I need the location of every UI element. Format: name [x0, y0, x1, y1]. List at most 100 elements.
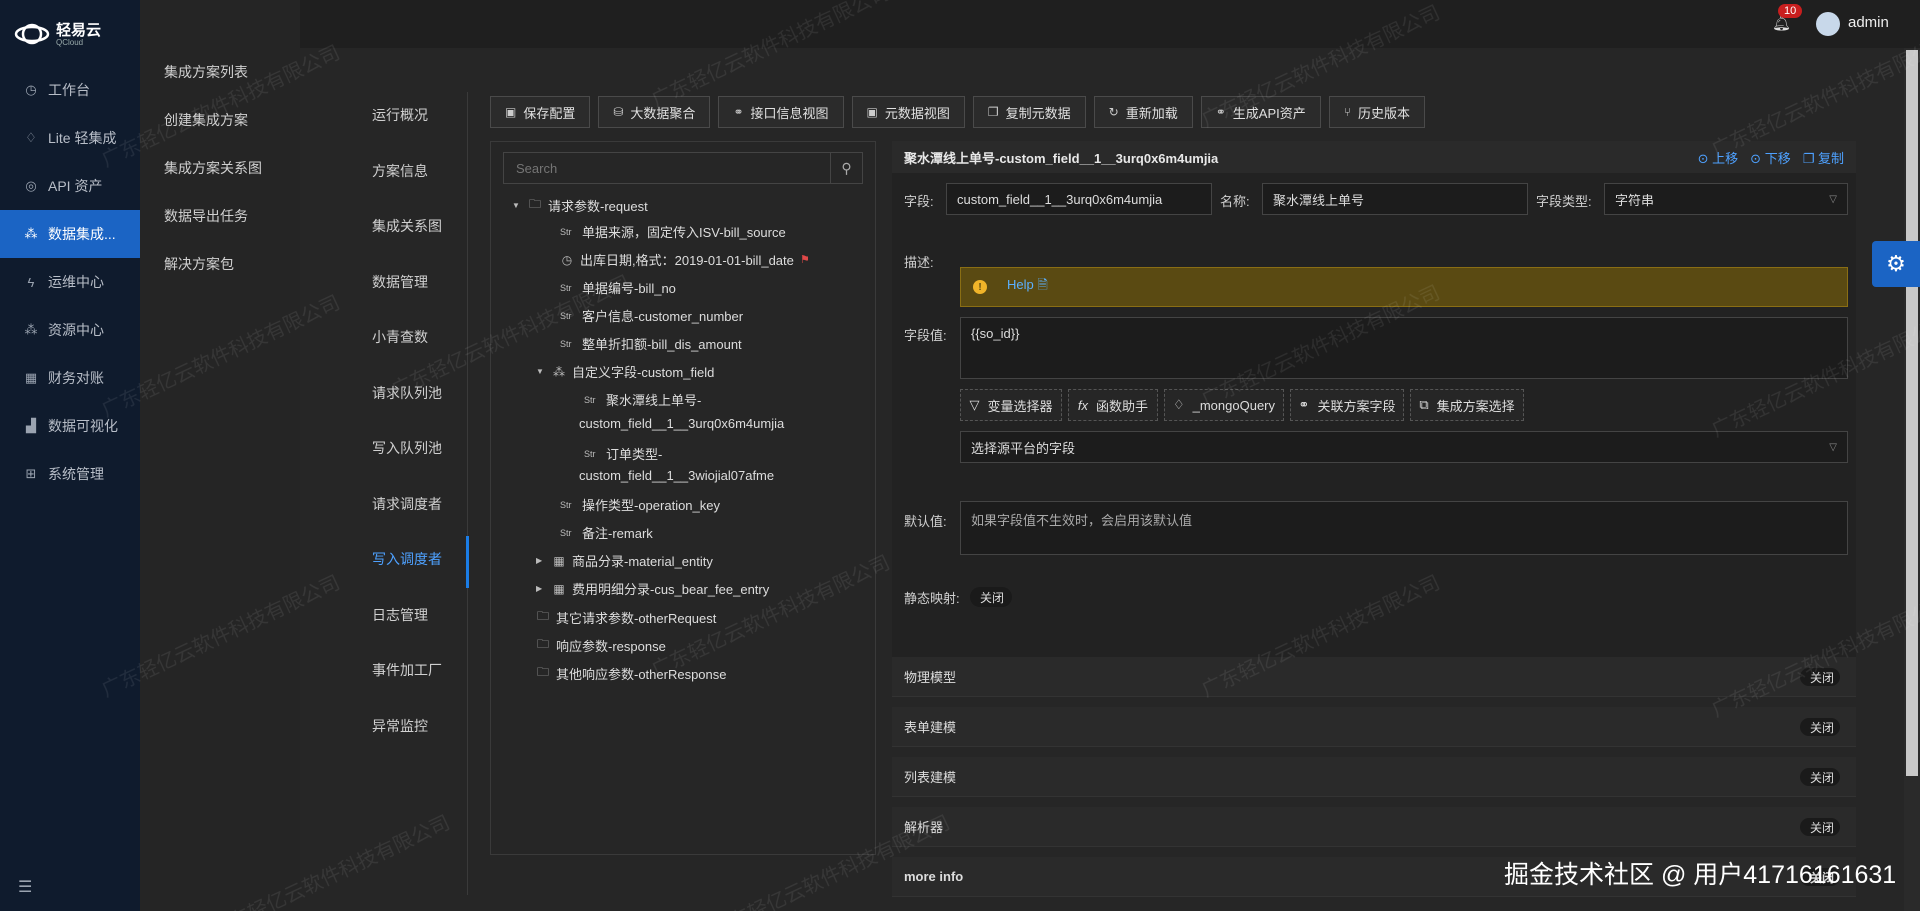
- tab-scheme-info[interactable]: 方案信息: [350, 148, 467, 204]
- field-value-textarea[interactable]: {{so_id}}: [960, 317, 1848, 379]
- tree-node-cf2[interactable]: Str 订单类型-: [584, 444, 662, 463]
- tree-node-cf2-key[interactable]: custom_field__1__3wiojial07afme: [579, 468, 774, 483]
- section-form-model[interactable]: 表单建模 关闭: [892, 707, 1856, 747]
- tree-node-custom-field[interactable]: ▼ ⁂ 自定义字段-custom_field: [536, 362, 714, 381]
- nav-item-ops[interactable]: ϟ 运维中心: [0, 258, 140, 306]
- user-name[interactable]: admin: [1848, 14, 1889, 31]
- source-field-select[interactable]: 选择源平台的字段 ▽: [960, 431, 1848, 463]
- metadata-view-button[interactable]: ▣ 元数据视图: [851, 96, 965, 128]
- section-physical-model[interactable]: 物理模型 关闭: [892, 657, 1856, 697]
- caret-down-icon[interactable]: ▼: [536, 367, 546, 376]
- submenu-item[interactable]: 创建集成方案: [140, 96, 300, 144]
- source-field-placeholder: 选择源平台的字段: [971, 440, 1076, 456]
- nav-item-resources[interactable]: ⁂ 资源中心: [0, 306, 140, 354]
- brand-name: 轻易云: [56, 21, 102, 39]
- section-switch[interactable]: 关闭: [1799, 668, 1840, 686]
- tree-node-bill-dis-amount[interactable]: Str 整单折扣额-bill_dis_amount: [560, 334, 742, 353]
- reload-button[interactable]: ↻ 重新加载: [1093, 96, 1193, 128]
- tree-node-label: 操作类型-operation_key: [582, 498, 720, 513]
- tab-query[interactable]: 小青查数: [350, 314, 467, 370]
- tab-data-management[interactable]: 数据管理: [350, 259, 467, 315]
- nav-item-lite[interactable]: ♢ Lite 轻集成: [0, 114, 140, 162]
- field-type-select[interactable]: 字符串 ▽: [1604, 183, 1848, 215]
- string-icon: Str: [560, 310, 572, 321]
- submenu-item[interactable]: 集成方案列表: [140, 48, 300, 96]
- field-key-input[interactable]: custom_field__1__3urq0x6m4umjia: [946, 183, 1212, 215]
- nav-item-data-integration[interactable]: ⁂ 数据集成...: [0, 210, 140, 258]
- tab-logs[interactable]: 日志管理: [350, 592, 467, 648]
- generate-api-asset-button[interactable]: ⚭ 生成API资产: [1200, 96, 1321, 128]
- caret-down-icon[interactable]: ▼: [512, 201, 522, 210]
- tree-node-cf1[interactable]: Str 聚水潭线上单号-: [584, 390, 701, 409]
- move-up-button[interactable]: ⊙ 上移: [1698, 148, 1739, 167]
- tree-node-operation-key[interactable]: Str 操作类型-operation_key: [560, 495, 720, 514]
- nav-item-workbench[interactable]: ◷ 工作台: [0, 66, 140, 114]
- help-link[interactable]: Help 🗎︎: [1007, 276, 1048, 298]
- variable-selector-button[interactable]: ▽ 变量选择器: [960, 389, 1062, 421]
- tree-node-cus-bear-fee-entry[interactable]: ▶ ▦ 费用明细分录-cus_bear_fee_entry: [536, 579, 769, 598]
- tab-request-scheduler[interactable]: 请求调度者: [350, 481, 467, 537]
- related-field-button[interactable]: ⚭ 关联方案字段: [1290, 389, 1404, 421]
- submenu-item[interactable]: 解决方案包: [140, 240, 300, 288]
- api-info-view-button[interactable]: ⚭ 接口信息视图: [718, 96, 844, 128]
- tree-node-bill-source[interactable]: Str 单据来源，固定传入ISV-bill_source: [560, 222, 786, 241]
- string-icon: Str: [584, 394, 596, 405]
- string-icon: Str: [560, 499, 572, 510]
- tree-node-response[interactable]: 🗀 响应参数-response: [536, 635, 666, 656]
- copy-metadata-button[interactable]: ❐ 复制元数据: [972, 96, 1086, 128]
- page-scrollbar-thumb[interactable]: [1906, 50, 1918, 776]
- tree-node-label: 备注-remark: [582, 526, 653, 541]
- brand-logo[interactable]: 轻易云 QCloud: [14, 14, 101, 54]
- tree-node-remark[interactable]: Str 备注-remark: [560, 523, 653, 542]
- save-config-button[interactable]: ▣ 保存配置: [490, 96, 591, 128]
- tree-node-material-entity[interactable]: ▶ ▦ 商品分录-material_entity: [536, 551, 713, 570]
- settings-gear-icon[interactable]: ⚙: [1872, 241, 1920, 287]
- type-label: 字段类型:: [1536, 194, 1592, 209]
- default-value-textarea[interactable]: 如果字段值不生效时，会启用该默认值: [960, 501, 1848, 555]
- static-mapping-switch[interactable]: 关闭: [970, 587, 1013, 607]
- tree-node-label: 单据来源，固定传入ISV-bill_source: [582, 225, 786, 240]
- section-list-model[interactable]: 列表建模 关闭: [892, 757, 1856, 797]
- tree-node-other-response[interactable]: 🗀 其他响应参数-otherResponse: [536, 663, 727, 684]
- tab-overview[interactable]: 运行概况: [350, 92, 467, 148]
- function-helper-button[interactable]: fx 函数助手: [1068, 389, 1158, 421]
- tab-relation-graph[interactable]: 集成关系图: [350, 203, 467, 259]
- reload-icon: ↻: [1108, 105, 1119, 119]
- section-switch[interactable]: 关闭: [1799, 818, 1840, 836]
- section-switch[interactable]: 关闭: [1799, 718, 1840, 736]
- tree-node-other-request[interactable]: 🗀 其它请求参数-otherRequest: [536, 607, 716, 628]
- section-parser[interactable]: 解析器 关闭: [892, 807, 1856, 847]
- bolt-icon: ϟ: [27, 274, 35, 290]
- tree-node-bill-no[interactable]: Str 单据编号-bill_no: [560, 278, 676, 297]
- mongo-query-button[interactable]: ♢ _mongoQuery: [1164, 389, 1284, 421]
- big-data-aggregate-button[interactable]: ⛁ 大数据聚合: [598, 96, 711, 128]
- tree-node-bill-date[interactable]: ◷ 出库日期,格式：2019-01-01-bill_date ⚑: [560, 250, 810, 269]
- string-icon: Str: [560, 226, 572, 237]
- copy-button[interactable]: ❐ 复制: [1803, 148, 1844, 167]
- caret-right-icon[interactable]: ▶: [536, 584, 546, 593]
- nav-item-api[interactable]: ◎ API 资产: [0, 162, 140, 210]
- tab-event-factory[interactable]: 事件加工厂: [350, 647, 467, 703]
- section-switch[interactable]: 关闭: [1799, 768, 1840, 786]
- tab-write-queue[interactable]: 写入队列池: [350, 425, 467, 481]
- caret-right-icon[interactable]: ▶: [536, 556, 546, 565]
- nav-item-visualization[interactable]: ▟ 数据可视化: [0, 402, 140, 450]
- scheme-select-button[interactable]: ⧉ 集成方案选择: [1410, 389, 1524, 421]
- submenu-item[interactable]: 数据导出任务: [140, 192, 300, 240]
- avatar[interactable]: [1816, 12, 1840, 36]
- tree-search-input[interactable]: [504, 153, 830, 183]
- tree-node-customer-number[interactable]: Str 客户信息-customer_number: [560, 306, 743, 325]
- move-down-button[interactable]: ⊙ 下移: [1750, 148, 1791, 167]
- nav-item-finance[interactable]: ▦ 财务对账: [0, 354, 140, 402]
- search-icon[interactable]: ⚲: [830, 153, 862, 183]
- tree-node-request[interactable]: ▼ 🗀 请求参数-request: [512, 195, 648, 216]
- tab-write-scheduler[interactable]: 写入调度者: [350, 536, 469, 592]
- tab-exception-monitor[interactable]: 异常监控: [350, 703, 467, 759]
- collapse-menu-icon[interactable]: ☰: [18, 877, 32, 897]
- history-version-button[interactable]: ⑂ 历史版本: [1328, 96, 1425, 128]
- nav-item-system[interactable]: ⊞ 系统管理: [0, 450, 140, 498]
- field-name-input[interactable]: 聚水潭线上单号: [1262, 183, 1528, 215]
- submenu-item[interactable]: 集成方案关系图: [140, 144, 300, 192]
- tree-node-cf1-key[interactable]: custom_field__1__3urq0x6m4umjia: [579, 416, 784, 431]
- tab-request-queue[interactable]: 请求队列池: [350, 370, 467, 426]
